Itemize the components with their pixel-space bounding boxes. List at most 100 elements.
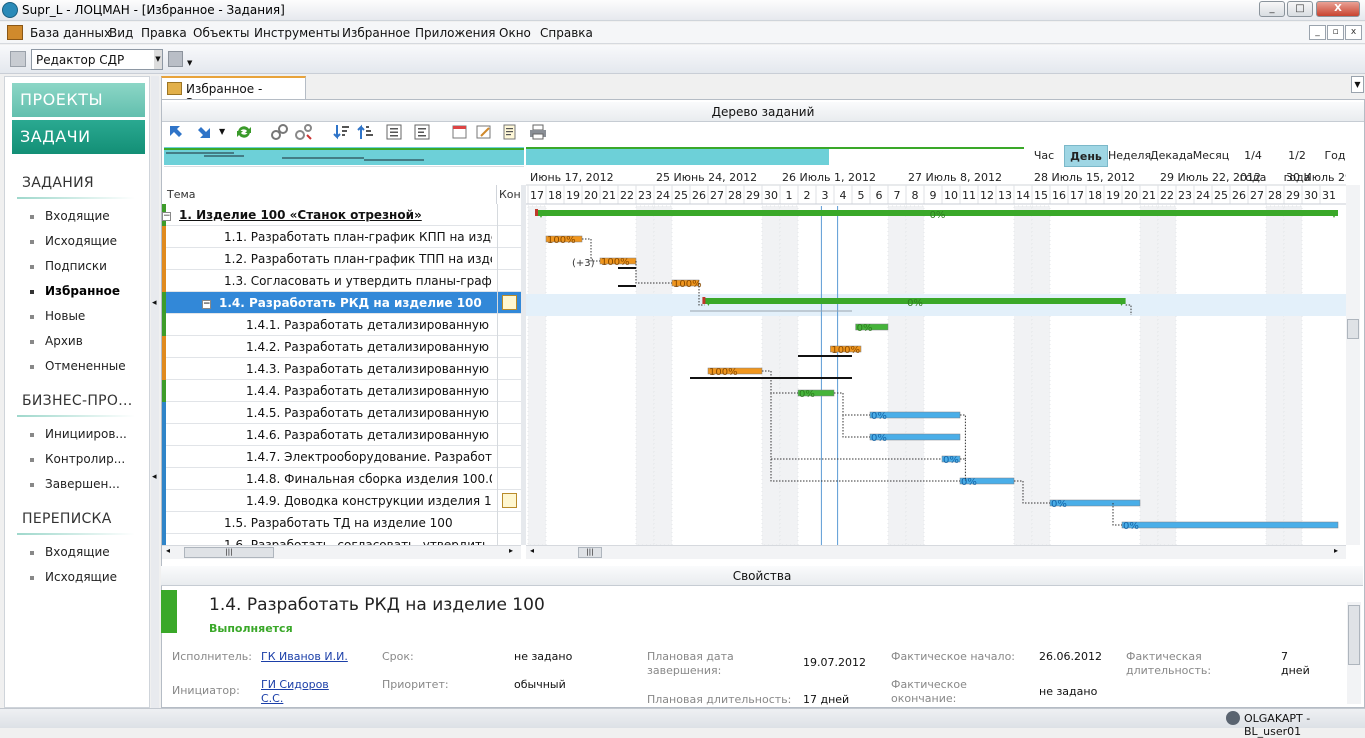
chevron-down-icon[interactable]: ▼ (187, 59, 192, 67)
unlink-tasks-icon[interactable] (295, 123, 313, 141)
sort-ascending-icon[interactable] (357, 123, 375, 141)
report-icon[interactable] (501, 123, 519, 141)
table-row[interactable]: 1.4.6. Разработать детализированную ко..… (162, 424, 521, 446)
table-row[interactable]: 1.4.2. Разработать детализированную ко..… (162, 336, 521, 358)
link-tasks-icon[interactable] (271, 123, 289, 141)
document-icon[interactable] (502, 295, 517, 310)
fact-end-value: не задано (1039, 685, 1098, 698)
scale-option[interactable]: День (1064, 145, 1108, 167)
scale-option[interactable]: Декада (1150, 145, 1193, 167)
menu-applications[interactable]: Приложения (415, 26, 496, 40)
scale-option[interactable]: Год (1320, 145, 1350, 167)
nav-item-cancelled[interactable]: Отмененные (45, 359, 126, 373)
scroll-right-icon[interactable]: ▸ (1334, 546, 1338, 555)
expand-all-icon[interactable] (385, 123, 403, 141)
database-icon[interactable] (7, 25, 23, 40)
menu-tools[interactable]: Инструменты (254, 26, 340, 40)
editor-select[interactable]: Редактор СДР ▼ (31, 49, 163, 70)
scale-option[interactable]: Час (1024, 145, 1064, 167)
nav-item-favorites[interactable]: Избранное (45, 284, 120, 298)
document-icon[interactable] (502, 493, 517, 508)
nav-item-new[interactable]: Новые (45, 309, 85, 323)
collapse-left-icon[interactable]: ◂ (152, 298, 157, 308)
table-row[interactable]: 1.4.8. Финальная сборка изделия 100.01..… (162, 468, 521, 490)
nav-item-controlled[interactable]: Контролир... (45, 452, 125, 466)
projects-button[interactable]: ПРОЕКТЫ (12, 83, 145, 117)
collapse-icon[interactable]: − (202, 300, 211, 309)
table-row[interactable]: 1.1. Разработать план-график КПП на изде… (162, 226, 521, 248)
table-row[interactable]: 1.3. Согласовать и утвердить планы-графи… (162, 270, 521, 292)
properties-scrollbar[interactable] (1347, 602, 1361, 704)
collapse-all-icon[interactable] (413, 123, 431, 141)
scale-option[interactable]: 1/4 года (1232, 145, 1274, 184)
mdi-restore-button[interactable]: ▫ (1327, 25, 1344, 40)
table-row[interactable]: 1.2. Разработать план-график ТПП на изде… (162, 248, 521, 270)
scroll-left-icon[interactable]: ◂ (166, 546, 170, 555)
nav-item-incoming[interactable]: Входящие (45, 209, 110, 223)
nav-item-mail-outgoing[interactable]: Исходящие (45, 570, 117, 584)
scroll-thumb[interactable] (1347, 319, 1359, 339)
menu-view[interactable]: Вид (109, 26, 133, 40)
mdi-minimize-button[interactable]: _ (1309, 25, 1326, 40)
table-row[interactable]: 1.4.7. Электрооборудование. Разработат..… (162, 446, 521, 468)
chevron-down-icon[interactable]: ▼ (154, 50, 162, 69)
arrow-up-left-icon[interactable] (167, 123, 185, 141)
table-row[interactable]: 1.4.5. Разработать детализированную ко..… (162, 402, 521, 424)
column-header-theme[interactable]: Тема (167, 185, 497, 204)
scale-option[interactable]: 1/2 года (1274, 145, 1320, 184)
table-row[interactable]: 1.4.1. Разработать детализированную ко..… (162, 314, 521, 336)
edit-task-icon[interactable] (475, 123, 493, 141)
collapse-left-icon[interactable]: ◂ (152, 472, 157, 482)
save-icon[interactable] (168, 51, 183, 67)
close-button[interactable]: X (1316, 1, 1360, 17)
menu-window[interactable]: Окно (499, 26, 531, 40)
overview-strip[interactable] (164, 145, 524, 167)
kon-cell (497, 380, 521, 402)
print-icon[interactable] (529, 123, 547, 141)
table-row[interactable]: 1.5. Разработать ТД на изделие 100 (162, 512, 521, 534)
gantt-vertical-scrollbar[interactable] (1346, 185, 1360, 545)
collapse-icon[interactable]: − (162, 212, 171, 221)
maximize-button[interactable]: □ (1287, 1, 1313, 17)
nav-item-outgoing[interactable]: Исходящие (45, 234, 117, 248)
chevron-down-icon[interactable]: ▼ (219, 127, 225, 136)
nav-item-mail-incoming[interactable]: Входящие (45, 545, 110, 559)
panel-splitter[interactable]: ◂ ◂ (151, 76, 159, 708)
column-header-kon[interactable]: Кон (499, 185, 521, 204)
grid-horizontal-scrollbar[interactable]: ◂ ||| ▸ (162, 545, 521, 559)
sort-descending-icon[interactable] (333, 123, 351, 141)
tab-favorites-tasks[interactable]: Избранное - Задания (161, 76, 306, 110)
nav-item-initiated[interactable]: Иницииров... (45, 427, 127, 441)
nav-item-archive[interactable]: Архив (45, 334, 83, 348)
mdi-close-button[interactable]: x (1345, 25, 1362, 40)
table-row[interactable]: 1.4.3. Разработать детализированную ко..… (162, 358, 521, 380)
scroll-left-icon[interactable]: ◂ (530, 546, 534, 555)
gantt-horizontal-scrollbar[interactable]: ◂ ||| ▸ (526, 545, 1346, 559)
refresh-icon[interactable] (235, 123, 253, 141)
scale-option[interactable]: Неделя (1108, 145, 1151, 167)
scale-option[interactable]: Месяц (1190, 145, 1232, 167)
nav-item-finished[interactable]: Завершен... (45, 477, 120, 491)
menu-help[interactable]: Справка (540, 26, 593, 40)
new-task-icon[interactable] (451, 123, 469, 141)
table-row[interactable]: 1.6. Разработать, согласовать, утвердить… (162, 534, 521, 545)
table-row[interactable]: −1.4. Разработать РКД на изделие 100 (162, 292, 521, 314)
table-row[interactable]: 1.4.9. Доводка конструкции изделия 100..… (162, 490, 521, 512)
executor-link[interactable]: ГК Иванов И.И. (261, 650, 348, 663)
menu-database[interactable]: База данных (30, 26, 111, 40)
table-row[interactable]: −1. Изделие 100 «Станок отрезной» (162, 204, 521, 226)
table-row[interactable]: 1.4.4. Разработать детализированную ко..… (162, 380, 521, 402)
tasks-button[interactable]: ЗАДАЧИ (12, 120, 145, 154)
nav-item-subscriptions[interactable]: Подписки (45, 259, 107, 273)
scroll-right-icon[interactable]: ▸ (509, 546, 513, 555)
initiator-link[interactable]: ГИ Сидоров С.С. (261, 678, 333, 706)
minimize-button[interactable]: _ (1259, 1, 1285, 17)
tab-list-dropdown-button[interactable]: ▼ (1351, 76, 1364, 93)
menu-favorites[interactable]: Избранное (342, 26, 410, 40)
menu-objects[interactable]: Объекты (193, 26, 249, 40)
arrow-down-right-icon[interactable] (195, 123, 213, 141)
menu-edit[interactable]: Правка (141, 26, 187, 40)
scroll-thumb[interactable] (1348, 605, 1360, 665)
scroll-thumb[interactable]: ||| (578, 547, 602, 558)
scroll-thumb[interactable]: ||| (184, 547, 274, 558)
